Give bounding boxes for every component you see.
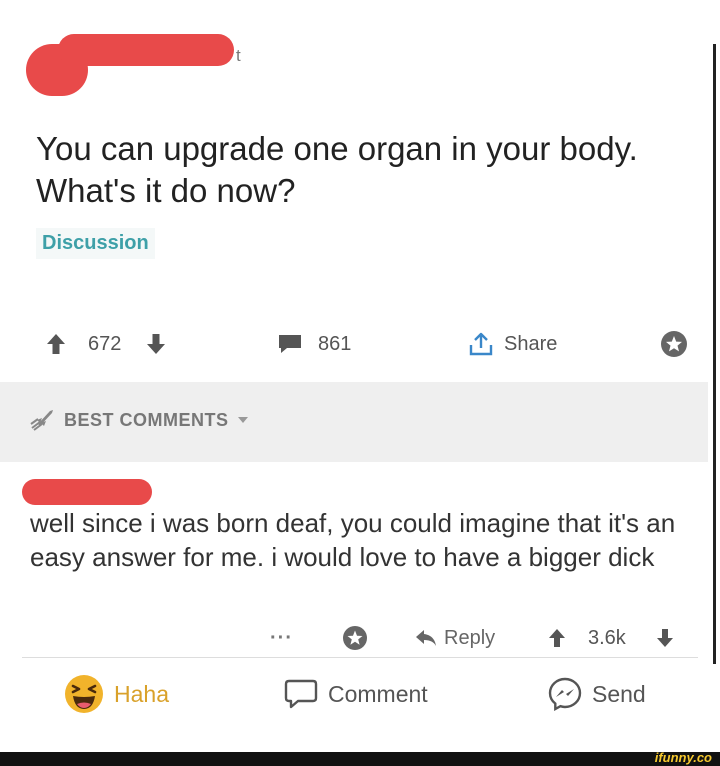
comment-downvote-button[interactable] bbox=[656, 616, 674, 660]
post-actions: 672 861 Share bbox=[0, 320, 720, 368]
save-comment-button[interactable] bbox=[342, 616, 368, 660]
share-button[interactable]: Share bbox=[468, 320, 557, 368]
comment-outline-icon bbox=[284, 678, 318, 710]
send-button[interactable]: Send bbox=[548, 662, 646, 726]
comment-bubble-icon bbox=[278, 333, 302, 355]
downvote-arrow-icon bbox=[656, 628, 674, 648]
reply-label: Reply bbox=[444, 626, 496, 649]
caret-down-icon bbox=[237, 416, 249, 424]
save-post-button[interactable] bbox=[660, 320, 688, 368]
downvote-arrow-icon bbox=[146, 333, 166, 355]
share-label: Share bbox=[504, 332, 558, 355]
right-edge-border bbox=[713, 44, 716, 664]
send-label: Send bbox=[592, 680, 646, 707]
star-icon bbox=[342, 625, 368, 651]
comment-upvote-button[interactable] bbox=[548, 616, 566, 660]
reply-button[interactable]: Reply bbox=[414, 616, 495, 660]
comments-count: 861 bbox=[318, 332, 352, 355]
sort-label: BEST COMMENTS bbox=[64, 409, 229, 430]
social-action-bar: Haha Comment Send bbox=[0, 662, 720, 726]
haha-reaction-button[interactable]: Haha bbox=[64, 662, 169, 726]
redacted-username bbox=[58, 34, 234, 66]
comments-button[interactable] bbox=[278, 320, 302, 368]
comment-button[interactable]: Comment bbox=[284, 662, 428, 726]
post-title: You can upgrade one organ in your body. … bbox=[36, 130, 638, 209]
comment-label: Comment bbox=[328, 680, 428, 707]
upvote-button[interactable] bbox=[46, 320, 66, 368]
comment-score: 3.6k bbox=[588, 626, 626, 649]
divider bbox=[22, 657, 698, 658]
watermark: ifunny.co bbox=[654, 750, 712, 765]
haha-label: Haha bbox=[114, 680, 169, 707]
upvote-count: 672 bbox=[88, 332, 122, 355]
upvote-arrow-icon bbox=[548, 628, 566, 648]
messenger-icon bbox=[548, 677, 582, 711]
post-flair[interactable]: Discussion bbox=[36, 228, 155, 259]
header-suffix: t bbox=[236, 46, 241, 65]
star-icon bbox=[660, 330, 688, 358]
comment-body: well since i was born deaf, you could im… bbox=[30, 508, 676, 572]
comments-sort-dropdown[interactable]: BEST COMMENTS bbox=[28, 408, 249, 432]
comment-actions: ··· Reply 3.6k bbox=[0, 616, 720, 660]
footer-bar bbox=[0, 752, 720, 766]
reply-arrow-icon bbox=[414, 628, 438, 648]
laughing-face-icon bbox=[64, 674, 104, 714]
rocket-icon bbox=[28, 408, 56, 432]
more-options-button[interactable]: ··· bbox=[270, 616, 293, 660]
share-icon bbox=[468, 331, 494, 357]
upvote-arrow-icon bbox=[46, 333, 66, 355]
redacted-commenter bbox=[22, 479, 152, 505]
downvote-button[interactable] bbox=[146, 320, 166, 368]
